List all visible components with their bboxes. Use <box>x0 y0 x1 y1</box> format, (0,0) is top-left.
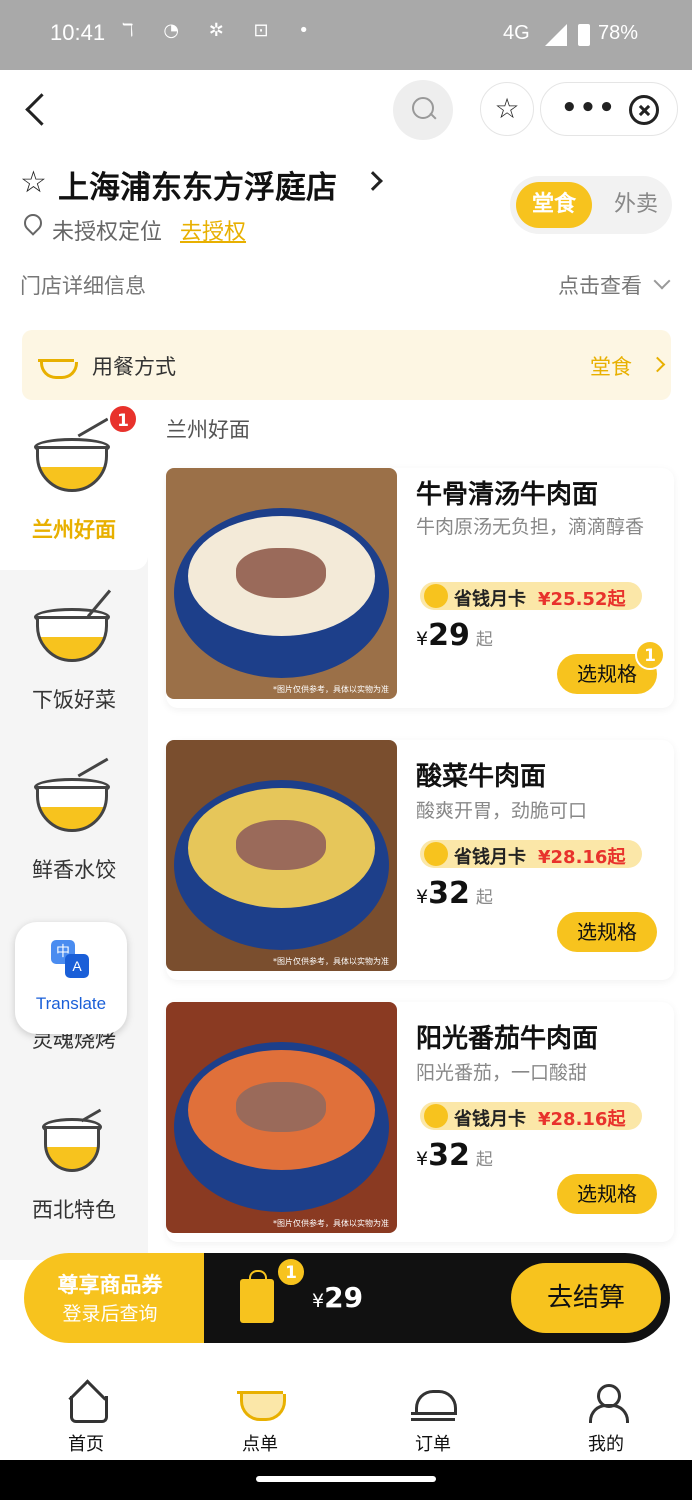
category-item-northwest[interactable]: 西北特色 <box>0 1080 148 1250</box>
location-pin-icon <box>22 214 42 238</box>
dining-method-value[interactable]: 堂食 <box>590 351 632 381</box>
dining-method-bar[interactable]: 用餐方式 堂食 <box>22 330 671 400</box>
dumpling-bowl-icon <box>34 757 110 832</box>
category-label: 西北特色 <box>32 1198 116 1222</box>
home-indicator[interactable] <box>256 1476 436 1482</box>
tab-home[interactable]: 首页 <box>26 1372 146 1460</box>
noodle-bowl-icon <box>34 417 110 492</box>
select-spec-button[interactable]: 选规格 <box>557 1174 657 1214</box>
status-bar: 10:41 ℸ ◔ ✲ ⊡ • 4G 78% <box>0 0 692 70</box>
product-title: 酸菜牛肉面 <box>416 762 547 792</box>
signal-icon <box>545 24 567 46</box>
home-icon <box>66 1382 108 1423</box>
close-circle-icon[interactable] <box>629 95 659 125</box>
category-item-side-dishes[interactable]: 下饭好菜 <box>0 570 148 740</box>
product-description: 牛肉原汤无负担，滴滴醇香 <box>416 516 645 538</box>
category-count-badge: 1 <box>108 404 138 434</box>
location-status: 未授权定位 <box>52 220 163 245</box>
mode-dine-in[interactable]: 堂食 <box>516 182 592 228</box>
product-title: 阳光番茄牛肉面 <box>416 1024 599 1054</box>
product-photo: *图片仅供参考，具体以实物为准 <box>166 468 397 699</box>
member-card-promo: 省钱月卡 ¥25.52起 <box>420 582 642 610</box>
product-description: 阳光番茄，一口酸甜 <box>416 1062 588 1084</box>
mini-program-capsule: ••• <box>540 82 678 136</box>
dining-method-label: 用餐方式 <box>92 355 176 379</box>
cart-total: ¥29 <box>312 1281 364 1314</box>
crown-icon <box>424 1104 448 1128</box>
status-time: 10:41 <box>50 20 106 45</box>
order-bowl-icon <box>237 1382 286 1422</box>
chevron-down-icon[interactable] <box>653 272 671 290</box>
status-notification-icons: ℸ ◔ ✲ ⊡ • <box>122 20 321 41</box>
product-price: ¥32 起 <box>416 1138 493 1173</box>
more-icon[interactable]: ••• <box>561 93 617 123</box>
profile-icon <box>586 1382 629 1423</box>
translate-label: Translate <box>35 994 107 1013</box>
star-icon[interactable]: ☆ <box>480 82 534 136</box>
select-spec-button[interactable]: 选规格 <box>557 912 657 952</box>
chevron-right-icon[interactable] <box>363 171 383 191</box>
category-label: 下饭好菜 <box>32 688 116 712</box>
receipt-icon <box>411 1382 457 1422</box>
crown-icon <box>424 842 448 866</box>
battery-percent: 78% <box>598 22 639 44</box>
crown-icon <box>424 584 448 608</box>
authorize-location-link[interactable]: 去授权 <box>180 214 246 246</box>
translate-button[interactable]: 中 A Translate <box>15 922 127 1034</box>
rice-bowl-icon <box>34 589 112 662</box>
network-type: 4G <box>503 22 530 44</box>
battery-icon <box>578 24 590 46</box>
chevron-right-icon <box>649 356 666 373</box>
back-arrow-icon[interactable] <box>20 92 56 128</box>
category-item-dumplings[interactable]: 鲜香水饺 <box>0 740 148 910</box>
bottom-tab-bar: 首页 点单 订单 我的 <box>0 1372 692 1460</box>
tab-order[interactable]: 点单 <box>200 1372 320 1460</box>
tab-orders[interactable]: 订单 <box>373 1372 493 1460</box>
store-name[interactable]: 上海浦东东方浮庭店 <box>58 162 337 207</box>
tab-me[interactable]: 我的 <box>546 1372 666 1460</box>
product-description: 酸爽开胃，劲脆可口 <box>416 800 588 822</box>
product-card[interactable]: *图片仅供参考，具体以实物为准 牛骨清汤牛肉面 牛肉原汤无负担，滴滴醇香 省钱月… <box>166 468 674 708</box>
product-title: 牛骨清汤牛肉面 <box>416 480 599 510</box>
cart-count-badge: 1 <box>276 1257 306 1287</box>
app-page: 10:41 ℸ ◔ ✲ ⊡ • 4G 78% ☆ ••• ☆ 上海浦东东方浮庭店… <box>0 0 692 1500</box>
dining-mode-switch: 堂食 外卖 <box>510 176 672 234</box>
member-card-promo: 省钱月卡 ¥28.16起 <box>420 1102 642 1130</box>
category-label: 兰州好面 <box>32 518 116 542</box>
category-sidebar: 兰州好面 下饭好菜 鲜香水饺 灵魂烧烤 西北特色 <box>0 400 148 1260</box>
soup-bowl-icon <box>36 1108 110 1172</box>
product-card[interactable]: *图片仅供参考，具体以实物为准 酸菜牛肉面 酸爽开胃，劲脆可口 省钱月卡 ¥28… <box>166 740 674 980</box>
coupon-banner[interactable]: 尊享商品券 登录后查询 <box>24 1253 206 1343</box>
search-icon[interactable] <box>393 80 453 140</box>
store-favorite-icon[interactable]: ☆ <box>20 165 47 200</box>
shopping-bag-icon[interactable] <box>240 1270 274 1323</box>
bowl-icon <box>38 348 78 382</box>
product-card[interactable]: *图片仅供参考，具体以实物为准 阳光番茄牛肉面 阳光番茄，一口酸甜 省钱月卡 ¥… <box>166 1002 674 1242</box>
translate-icon: 中 A <box>51 940 89 978</box>
mode-takeout[interactable]: 外卖 <box>604 182 668 228</box>
system-nav-bar <box>0 1460 692 1500</box>
checkout-button[interactable]: 去结算 <box>511 1263 661 1333</box>
category-label: 鲜香水饺 <box>32 858 116 882</box>
member-card-promo: 省钱月卡 ¥28.16起 <box>420 840 642 868</box>
product-photo: *图片仅供参考，具体以实物为准 <box>166 1002 397 1233</box>
product-price: ¥32 起 <box>416 876 493 911</box>
store-detail-link[interactable]: 点击查看 <box>558 270 642 300</box>
store-detail-label: 门店详细信息 <box>20 274 146 298</box>
product-price: ¥29 起 <box>416 618 493 653</box>
product-photo: *图片仅供参考，具体以实物为准 <box>166 740 397 971</box>
section-title: 兰州好面 <box>166 418 250 442</box>
spec-count-badge: 1 <box>635 640 665 670</box>
